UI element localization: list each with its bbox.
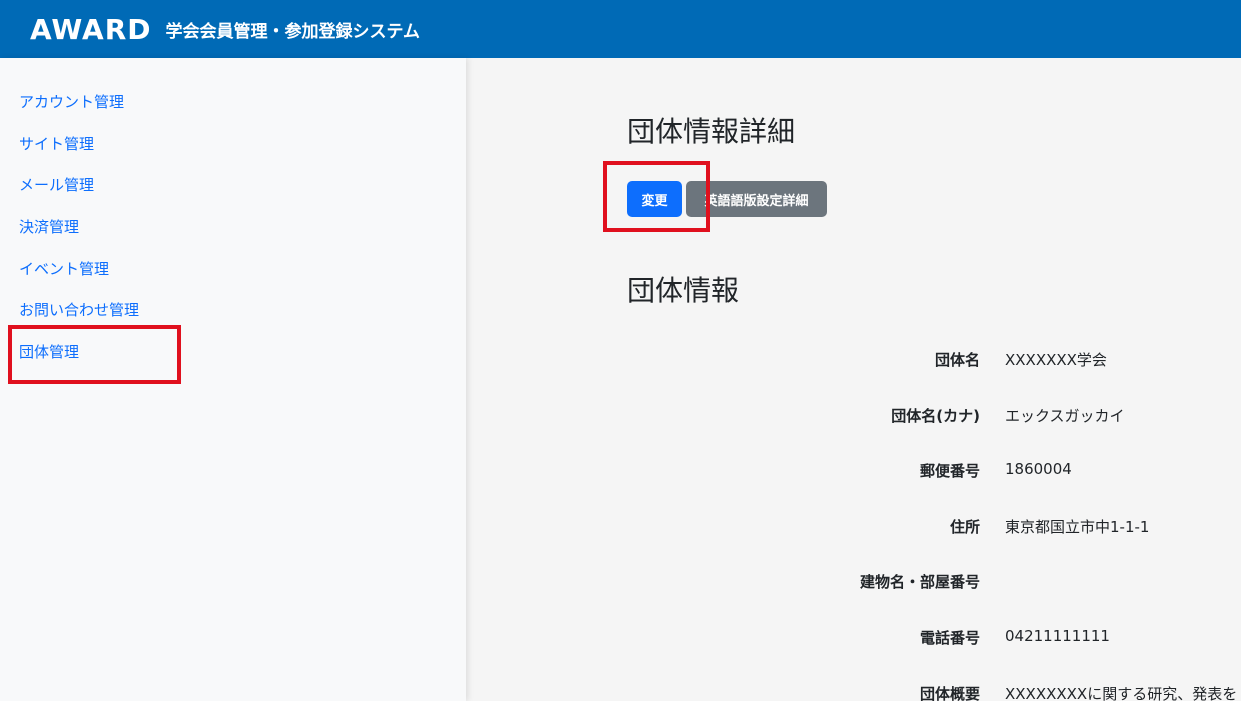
field-label: 団体名(カナ): [891, 407, 980, 425]
field-row-org-name-kana: 団体名(カナ) エックスガッカイ: [466, 405, 1241, 429]
sidebar-item-inquiry[interactable]: お問い合わせ管理: [19, 299, 139, 320]
sidebar: アカウント管理 サイト管理 メール管理 決済管理 イベント管理 お問い合わせ管理…: [0, 58, 466, 701]
section-title-organization-info: 団体情報: [627, 274, 740, 307]
field-row-address: 住所 東京都国立市中1-1-1: [466, 516, 1241, 540]
field-row-building: 建物名・部屋番号: [466, 571, 1241, 595]
sidebar-item-organization[interactable]: 団体管理: [19, 341, 79, 362]
field-row-postal-code: 郵便番号 1860004: [466, 460, 1241, 484]
sidebar-item-event[interactable]: イベント管理: [19, 258, 109, 279]
sidebar-item-site[interactable]: サイト管理: [19, 133, 94, 154]
field-label: 郵便番号: [919, 462, 980, 480]
field-label: 団体概要: [919, 685, 980, 701]
field-value: エックスガッカイ: [1005, 407, 1125, 425]
field-value: XXXXXXXXに関する研究、発表を: [1005, 685, 1238, 701]
field-value: 04211111111: [1005, 627, 1110, 645]
field-label: 住所: [949, 518, 980, 536]
field-value: 東京都国立市中1-1-1: [1005, 518, 1150, 536]
field-row-org-name: 団体名 XXXXXXX学会: [466, 349, 1241, 373]
page-title: 団体情報詳細: [627, 115, 796, 148]
field-label: 団体名: [934, 351, 980, 369]
field-row-phone: 電話番号 04211111111: [466, 627, 1241, 651]
logo-text: AWARD: [30, 12, 152, 46]
award-logo[interactable]: AWARD: [30, 13, 152, 46]
field-label: 電話番号: [919, 629, 980, 647]
field-row-overview: 団体概要 XXXXXXXXに関する研究、発表を: [466, 683, 1241, 701]
top-header-bar: AWARD 学会会員管理・参加登録システム: [0, 0, 1241, 58]
field-value: XXXXXXX学会: [1005, 351, 1107, 369]
system-title: 学会会員管理・参加登録システム: [165, 21, 421, 42]
field-label: 建物名・部屋番号: [859, 573, 980, 591]
main-content: 団体情報詳細 変更 英語語版設定詳細 団体情報 団体名 XXXXXXX学会 団体…: [466, 58, 1241, 701]
sidebar-item-payment[interactable]: 決済管理: [19, 216, 79, 237]
english-settings-detail-button[interactable]: 英語語版設定詳細: [686, 181, 827, 217]
edit-button[interactable]: 変更: [627, 181, 682, 217]
sidebar-item-account[interactable]: アカウント管理: [19, 91, 124, 112]
sidebar-item-mail[interactable]: メール管理: [19, 174, 94, 195]
field-value: 1860004: [1005, 460, 1072, 478]
